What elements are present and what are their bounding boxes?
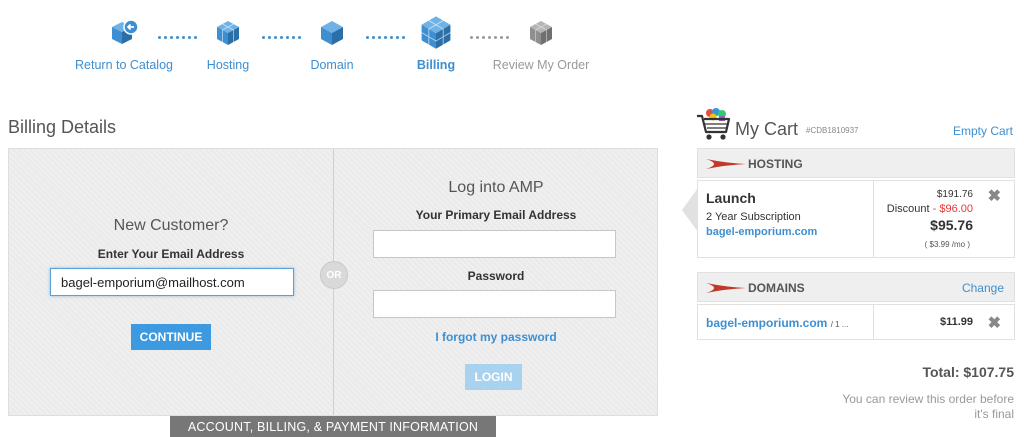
swoosh-icon: [706, 283, 746, 293]
forgot-password-link[interactable]: I forgot my password: [334, 330, 658, 344]
domain-item-price: $11.99: [939, 316, 973, 328]
hosting-section-header: HOSTING: [697, 148, 1015, 178]
cube-icon: [217, 21, 239, 45]
step-label: Domain: [310, 58, 354, 72]
change-domain-link[interactable]: Change: [962, 281, 1004, 295]
item-pointer: [682, 188, 698, 232]
login-password-label: Password: [467, 269, 525, 283]
new-customer-email-input[interactable]: [50, 268, 294, 296]
step-return-to-catalog[interactable]: Return to Catalog: [64, 18, 184, 72]
continue-button[interactable]: CONTINUE: [131, 324, 211, 350]
cart-title: My Cart: [735, 119, 798, 139]
hosting-monthly-price: ( $3.99 /mo ): [924, 240, 970, 249]
domains-section-header: DOMAINS Change: [697, 272, 1015, 302]
checkout-progress: Return to Catalog Hosting Domain Billing: [0, 0, 680, 100]
domain-cart-item: bagel-emporium.com / 1 ... $11.99 ✖: [697, 304, 1015, 340]
remove-domain-icon[interactable]: ✖: [988, 316, 1001, 332]
domain-item-row: bagel-emporium.com / 1 ...: [706, 316, 849, 330]
hosting-section-title: HOSTING: [748, 157, 803, 171]
new-customer-email-label: Enter Your Email Address: [97, 247, 245, 261]
hosting-discount: Discount - $96.00: [887, 203, 973, 215]
hosting-final-price: $95.76: [930, 217, 973, 233]
hosting-cart-item: Launch 2 Year Subscription bagel-emporiu…: [697, 180, 1015, 258]
discount-label: Discount: [886, 203, 930, 215]
step-review-my-order: Review My Order: [481, 18, 601, 72]
hosting-term: 2 Year Subscription: [706, 211, 801, 223]
cube-icon: [530, 21, 552, 45]
catalog-back-cube-icon: [112, 19, 139, 44]
step-domain[interactable]: Domain: [272, 18, 392, 72]
login-email-label: Your Primary Email Address: [415, 208, 577, 222]
new-customer-title: New Customer?: [113, 217, 229, 234]
step-billing[interactable]: Billing: [376, 14, 496, 72]
step-label: Hosting: [206, 58, 250, 72]
login-title: Log into AMP: [448, 179, 544, 196]
step-hosting[interactable]: Hosting: [168, 18, 288, 72]
login-password-input[interactable]: [373, 290, 616, 318]
login-button[interactable]: LOGIN: [465, 364, 522, 390]
billing-panel: OR New Customer? Enter Your Email Addres…: [8, 148, 658, 416]
page-title: Billing Details: [8, 117, 117, 137]
cart-total: Total: $107.75: [922, 364, 1014, 380]
cart-id: #CDB1810937: [806, 126, 859, 135]
login-email-input[interactable]: [373, 230, 616, 258]
discount-value: - $96.00: [932, 203, 973, 215]
swoosh-icon: [706, 159, 746, 169]
remove-hosting-icon[interactable]: ✖: [988, 189, 1001, 205]
section-tab-account-billing: ACCOUNT, BILLING, & PAYMENT INFORMATION: [170, 416, 496, 437]
review-note: You can review this order before it's fi…: [842, 392, 1014, 421]
domains-section-title: DOMAINS: [748, 281, 805, 295]
cube-icon: [321, 21, 343, 45]
hosting-plan-name: Launch: [706, 190, 756, 206]
cart-header: My Cart #CDB1810937 Empty Cart: [696, 106, 1016, 142]
domain-item-term: / 1 ...: [830, 320, 849, 329]
step-label: Review My Order: [492, 58, 590, 72]
hosting-domain-link[interactable]: bagel-emporium.com: [706, 226, 817, 238]
hosting-original-price: $191.76: [936, 189, 973, 200]
step-label: Billing: [416, 58, 456, 72]
step-label: Return to Catalog: [75, 58, 173, 72]
empty-cart-link[interactable]: Empty Cart: [953, 124, 1013, 138]
domain-item-link[interactable]: bagel-emporium.com: [706, 316, 827, 330]
cube-icon: [421, 16, 451, 49]
shopping-cart-icon: [697, 108, 731, 140]
